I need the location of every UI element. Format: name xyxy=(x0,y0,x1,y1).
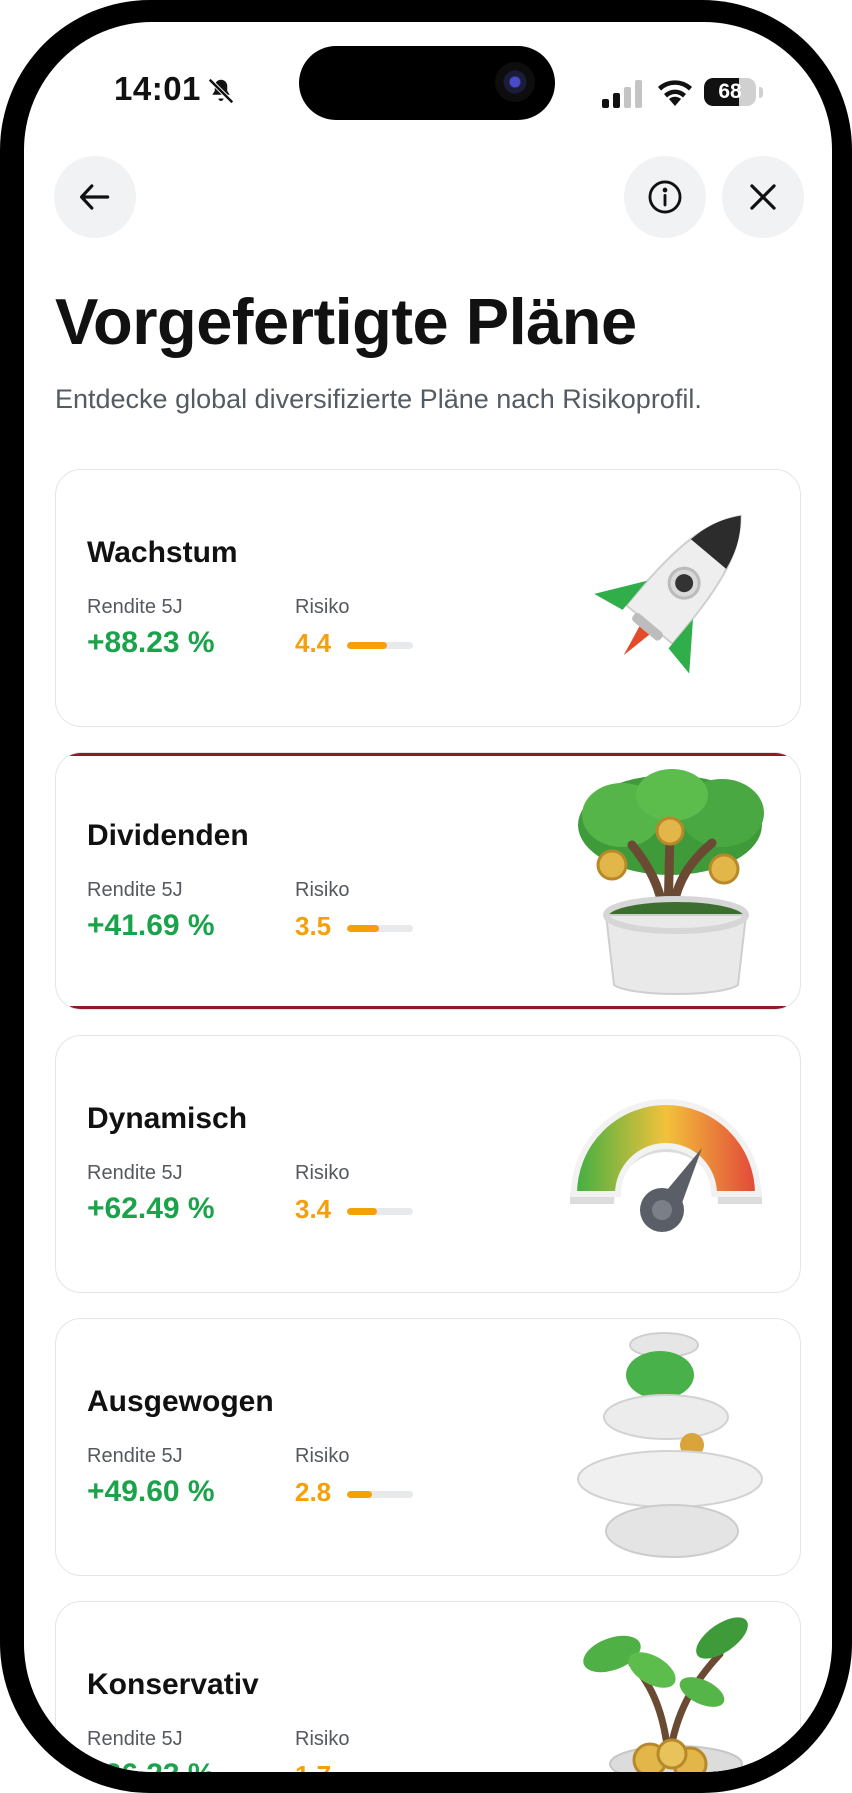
rocket-icon xyxy=(594,514,742,674)
return-value: +26.23 % xyxy=(87,1758,215,1772)
camera-icon xyxy=(495,62,535,102)
close-icon xyxy=(750,184,776,210)
risk-value: 3.4 xyxy=(295,1194,332,1224)
risk-bar-fill xyxy=(347,1491,373,1498)
risk-value: 3.5 xyxy=(295,911,332,941)
gauge-icon xyxy=(570,1099,762,1232)
wifi-icon xyxy=(658,80,692,106)
battery-indicator: 68 xyxy=(704,78,756,106)
app-screen: 14:01 68 Vorgefertigte Pläne Entdecke gl… xyxy=(24,22,832,1772)
risk-label: Risiko xyxy=(295,1445,350,1467)
risk-label: Risiko xyxy=(295,1728,350,1750)
back-button[interactable] xyxy=(54,156,136,238)
risk-value: 2.8 xyxy=(295,1477,332,1507)
page-subtitle: Entdecke global diversifizierte Pläne na… xyxy=(55,384,702,414)
return-label: Rendite 5J xyxy=(87,596,183,618)
risk-bar xyxy=(347,642,413,649)
info-button[interactable] xyxy=(624,156,706,238)
page-title: Vorgefertigte Pläne xyxy=(55,285,637,358)
plan-name: Dividenden xyxy=(87,819,249,852)
battery-tip xyxy=(759,87,763,98)
status-time: 14:01 xyxy=(114,70,201,107)
return-label: Rendite 5J xyxy=(87,1445,183,1467)
plan-card-ausgewogen[interactable]: Ausgewogen Rendite 5J Risiko +49.60 % 2.… xyxy=(55,1318,801,1576)
risk-label: Risiko xyxy=(295,1162,350,1184)
risk-value: 1.7 xyxy=(295,1760,331,1772)
risk-bar xyxy=(347,1491,413,1498)
plan-name: Wachstum xyxy=(87,536,238,569)
risk-value: 4.4 xyxy=(295,628,332,658)
risk-label: Risiko xyxy=(295,596,350,618)
return-value: +88.23 % xyxy=(87,626,215,659)
risk-bar-fill xyxy=(347,642,387,649)
info-circle-icon xyxy=(648,180,682,214)
plan-name: Dynamisch xyxy=(87,1102,248,1135)
return-label: Rendite 5J xyxy=(87,1162,183,1184)
money-tree-icon xyxy=(578,769,764,995)
return-value: +41.69 % xyxy=(87,909,215,942)
plan-card-konservativ[interactable]: Konservativ Rendite 5J Risiko +26.23 % 1… xyxy=(55,1601,801,1772)
plan-card-dividenden[interactable]: Dividenden Rendite 5J Risiko +41.69 % 3.… xyxy=(55,752,801,1010)
signal-icon xyxy=(602,80,642,108)
bell-off-icon xyxy=(208,78,234,104)
return-value: +49.60 % xyxy=(87,1475,215,1508)
risk-bar-fill xyxy=(347,925,379,932)
plan-card-wachstum[interactable]: Wachstum Rendite 5J Risiko +88.23 % 4.4 xyxy=(55,469,801,727)
plan-name: Ausgewogen xyxy=(87,1385,274,1418)
risk-bar-fill xyxy=(347,1208,378,1215)
close-button[interactable] xyxy=(722,156,804,238)
plan-name: Konservativ xyxy=(87,1668,259,1701)
return-value: +62.49 % xyxy=(87,1192,215,1225)
battery-percent: 68 xyxy=(718,80,742,103)
plan-card-dynamisch[interactable]: Dynamisch Rendite 5J Risiko +62.49 % 3.4 xyxy=(55,1035,801,1293)
return-label: Rendite 5J xyxy=(87,1728,183,1750)
balanced-stones-icon xyxy=(577,1332,763,1558)
risk-bar xyxy=(347,1208,413,1215)
risk-label: Risiko xyxy=(295,879,350,901)
sprout-coins-icon xyxy=(583,1617,748,1772)
risk-bar xyxy=(347,925,413,932)
arrow-left-icon xyxy=(79,184,110,210)
return-label: Rendite 5J xyxy=(87,879,183,901)
